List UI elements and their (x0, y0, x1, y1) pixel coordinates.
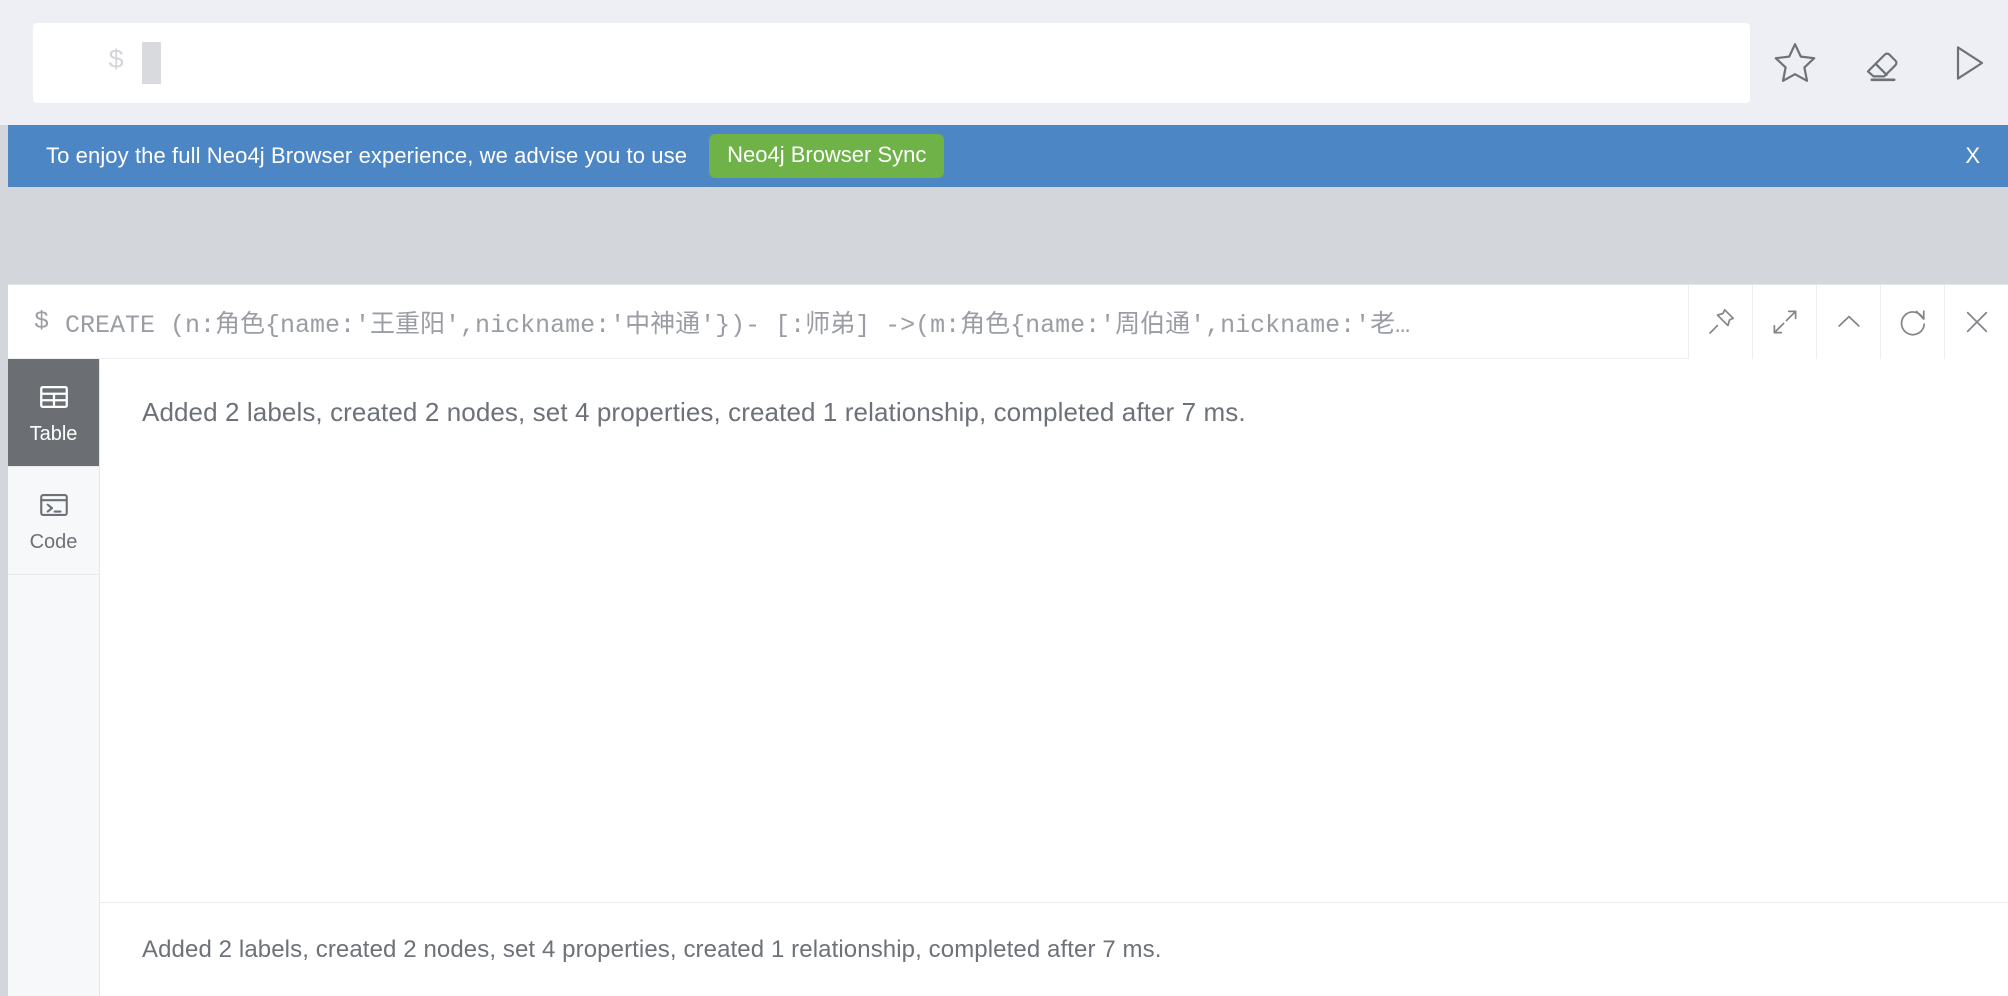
view-tab-code[interactable]: Code (8, 467, 99, 575)
fullscreen-frame-button[interactable] (1752, 285, 1816, 359)
frame-body: Table Code Added 2 labels, created 2 nod… (8, 359, 2008, 996)
code-icon (37, 488, 71, 522)
close-frame-button[interactable] (1944, 285, 2008, 359)
status-message: Added 2 labels, created 2 nodes, set 4 p… (142, 936, 1162, 963)
editor-action-buttons (1770, 38, 1992, 88)
browser-sync-button[interactable]: Neo4j Browser Sync (709, 134, 945, 178)
refresh-icon (1896, 305, 1930, 339)
favorite-button[interactable] (1770, 38, 1820, 88)
frame-content: Added 2 labels, created 2 nodes, set 4 p… (100, 359, 2008, 996)
query-editor-bar: $ (0, 0, 2008, 125)
result-message: Added 2 labels, created 2 nodes, set 4 p… (142, 397, 1246, 427)
clear-editor-button[interactable] (1856, 38, 1906, 88)
chevron-up-icon (1832, 305, 1866, 339)
frame-prompt-symbol: $ (34, 307, 50, 336)
view-mode-sidebar: Table Code (8, 359, 100, 996)
banner-message: To enjoy the full Neo4j Browser experien… (46, 143, 688, 168)
pin-frame-button[interactable] (1688, 285, 1752, 359)
result-area: Added 2 labels, created 2 nodes, set 4 p… (100, 359, 2008, 902)
expand-icon (1768, 305, 1802, 339)
frame-toolbar (1688, 285, 2008, 359)
close-icon (1960, 305, 1994, 339)
result-frame: $ CREATE (n:角色{name:'王重阳',nickname:'中神通'… (8, 284, 2008, 996)
run-query-button[interactable] (1942, 38, 1992, 88)
frame-query-display[interactable]: $ CREATE (n:角色{name:'王重阳',nickname:'中神通'… (8, 304, 1688, 340)
play-icon (1943, 39, 1991, 87)
collapse-frame-button[interactable] (1816, 285, 1880, 359)
banner-close-button[interactable]: X (1965, 145, 1980, 167)
table-icon (37, 380, 71, 414)
view-tab-table-label: Table (29, 422, 78, 445)
frame-query-text: CREATE (n:角色{name:'王重阳',nickname:'中神通'})… (65, 310, 1411, 340)
favorite-icon (1771, 39, 1819, 87)
query-editor-input[interactable]: $ (33, 22, 1750, 103)
pin-icon (1704, 305, 1738, 339)
eraser-icon (1857, 39, 1905, 87)
editor-text-caret (142, 41, 162, 84)
browser-sync-banner: To enjoy the full Neo4j Browser experien… (8, 125, 2008, 187)
view-tab-code-label: Code (29, 530, 78, 553)
frame-header: $ CREATE (n:角色{name:'王重阳',nickname:'中神通'… (8, 285, 2008, 359)
view-tab-table[interactable]: Table (8, 359, 99, 467)
editor-prompt-symbol: $ (108, 47, 125, 77)
rerun-frame-button[interactable] (1880, 285, 1944, 359)
frame-status-bar: Added 2 labels, created 2 nodes, set 4 p… (100, 902, 2008, 996)
neo4j-browser-app: $ To enjoy the full Neo4j Browser experi… (0, 0, 2008, 996)
